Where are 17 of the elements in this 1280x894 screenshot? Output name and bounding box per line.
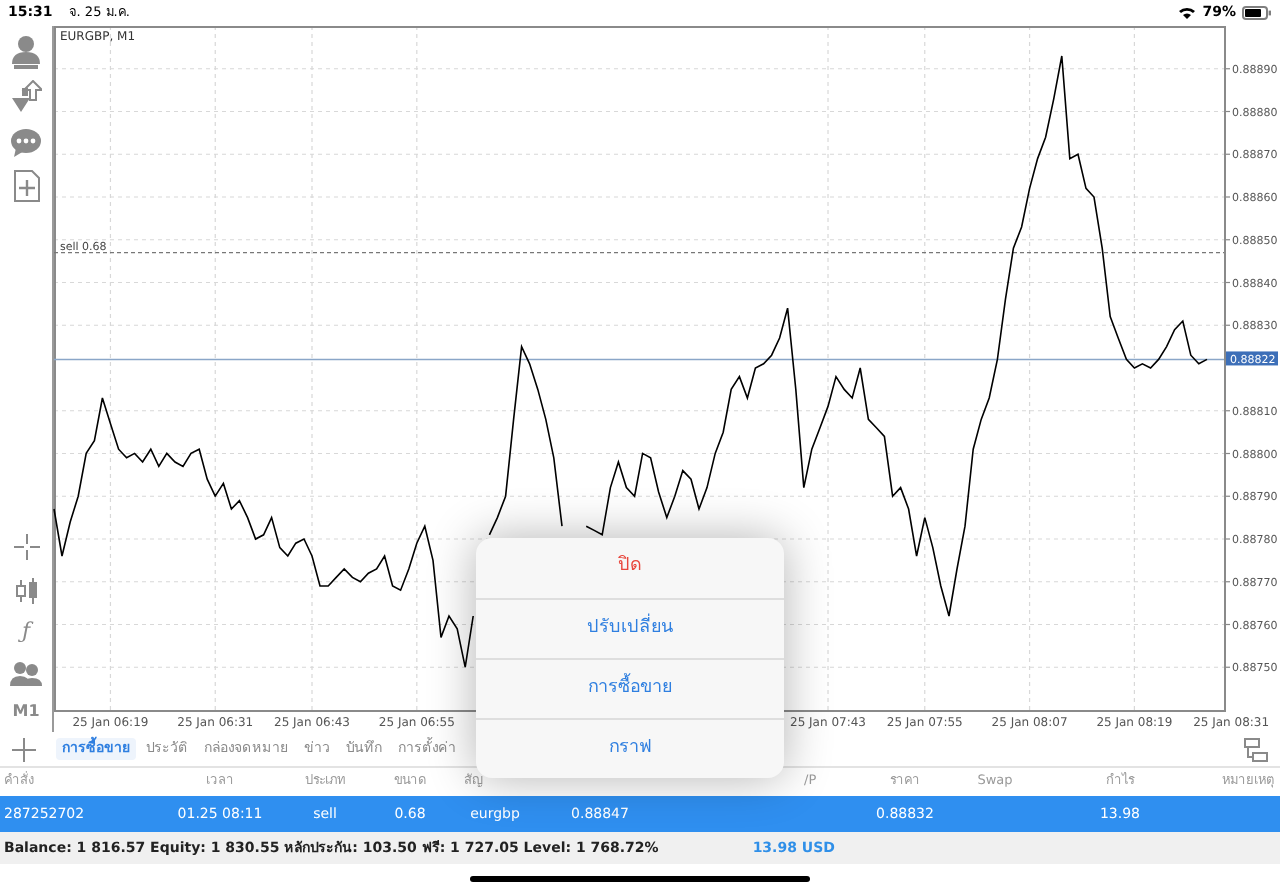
new-document-icon[interactable]	[13, 170, 39, 202]
menu-item[interactable]: ปรับเปลี่ยน	[476, 598, 784, 658]
battery-icon	[1242, 6, 1272, 20]
wifi-icon	[1178, 6, 1197, 20]
menu-item[interactable]: ปิด	[476, 538, 784, 598]
add-icon[interactable]	[12, 737, 36, 761]
candlestick-icon[interactable]	[13, 578, 39, 604]
crosshair-icon[interactable]	[13, 534, 39, 560]
menu-item[interactable]: กราฟ	[476, 718, 784, 778]
account-icon[interactable]	[10, 34, 42, 70]
objects-icon[interactable]	[10, 660, 42, 688]
timeframe-button[interactable]: M1	[12, 700, 40, 724]
chat-icon[interactable]	[10, 128, 42, 158]
function-icon[interactable]: ƒ	[21, 618, 31, 644]
layout-icon[interactable]	[1244, 737, 1268, 761]
menu-item[interactable]: การซื้อขาย	[476, 658, 784, 718]
trade-arrows-icon[interactable]	[10, 80, 42, 116]
